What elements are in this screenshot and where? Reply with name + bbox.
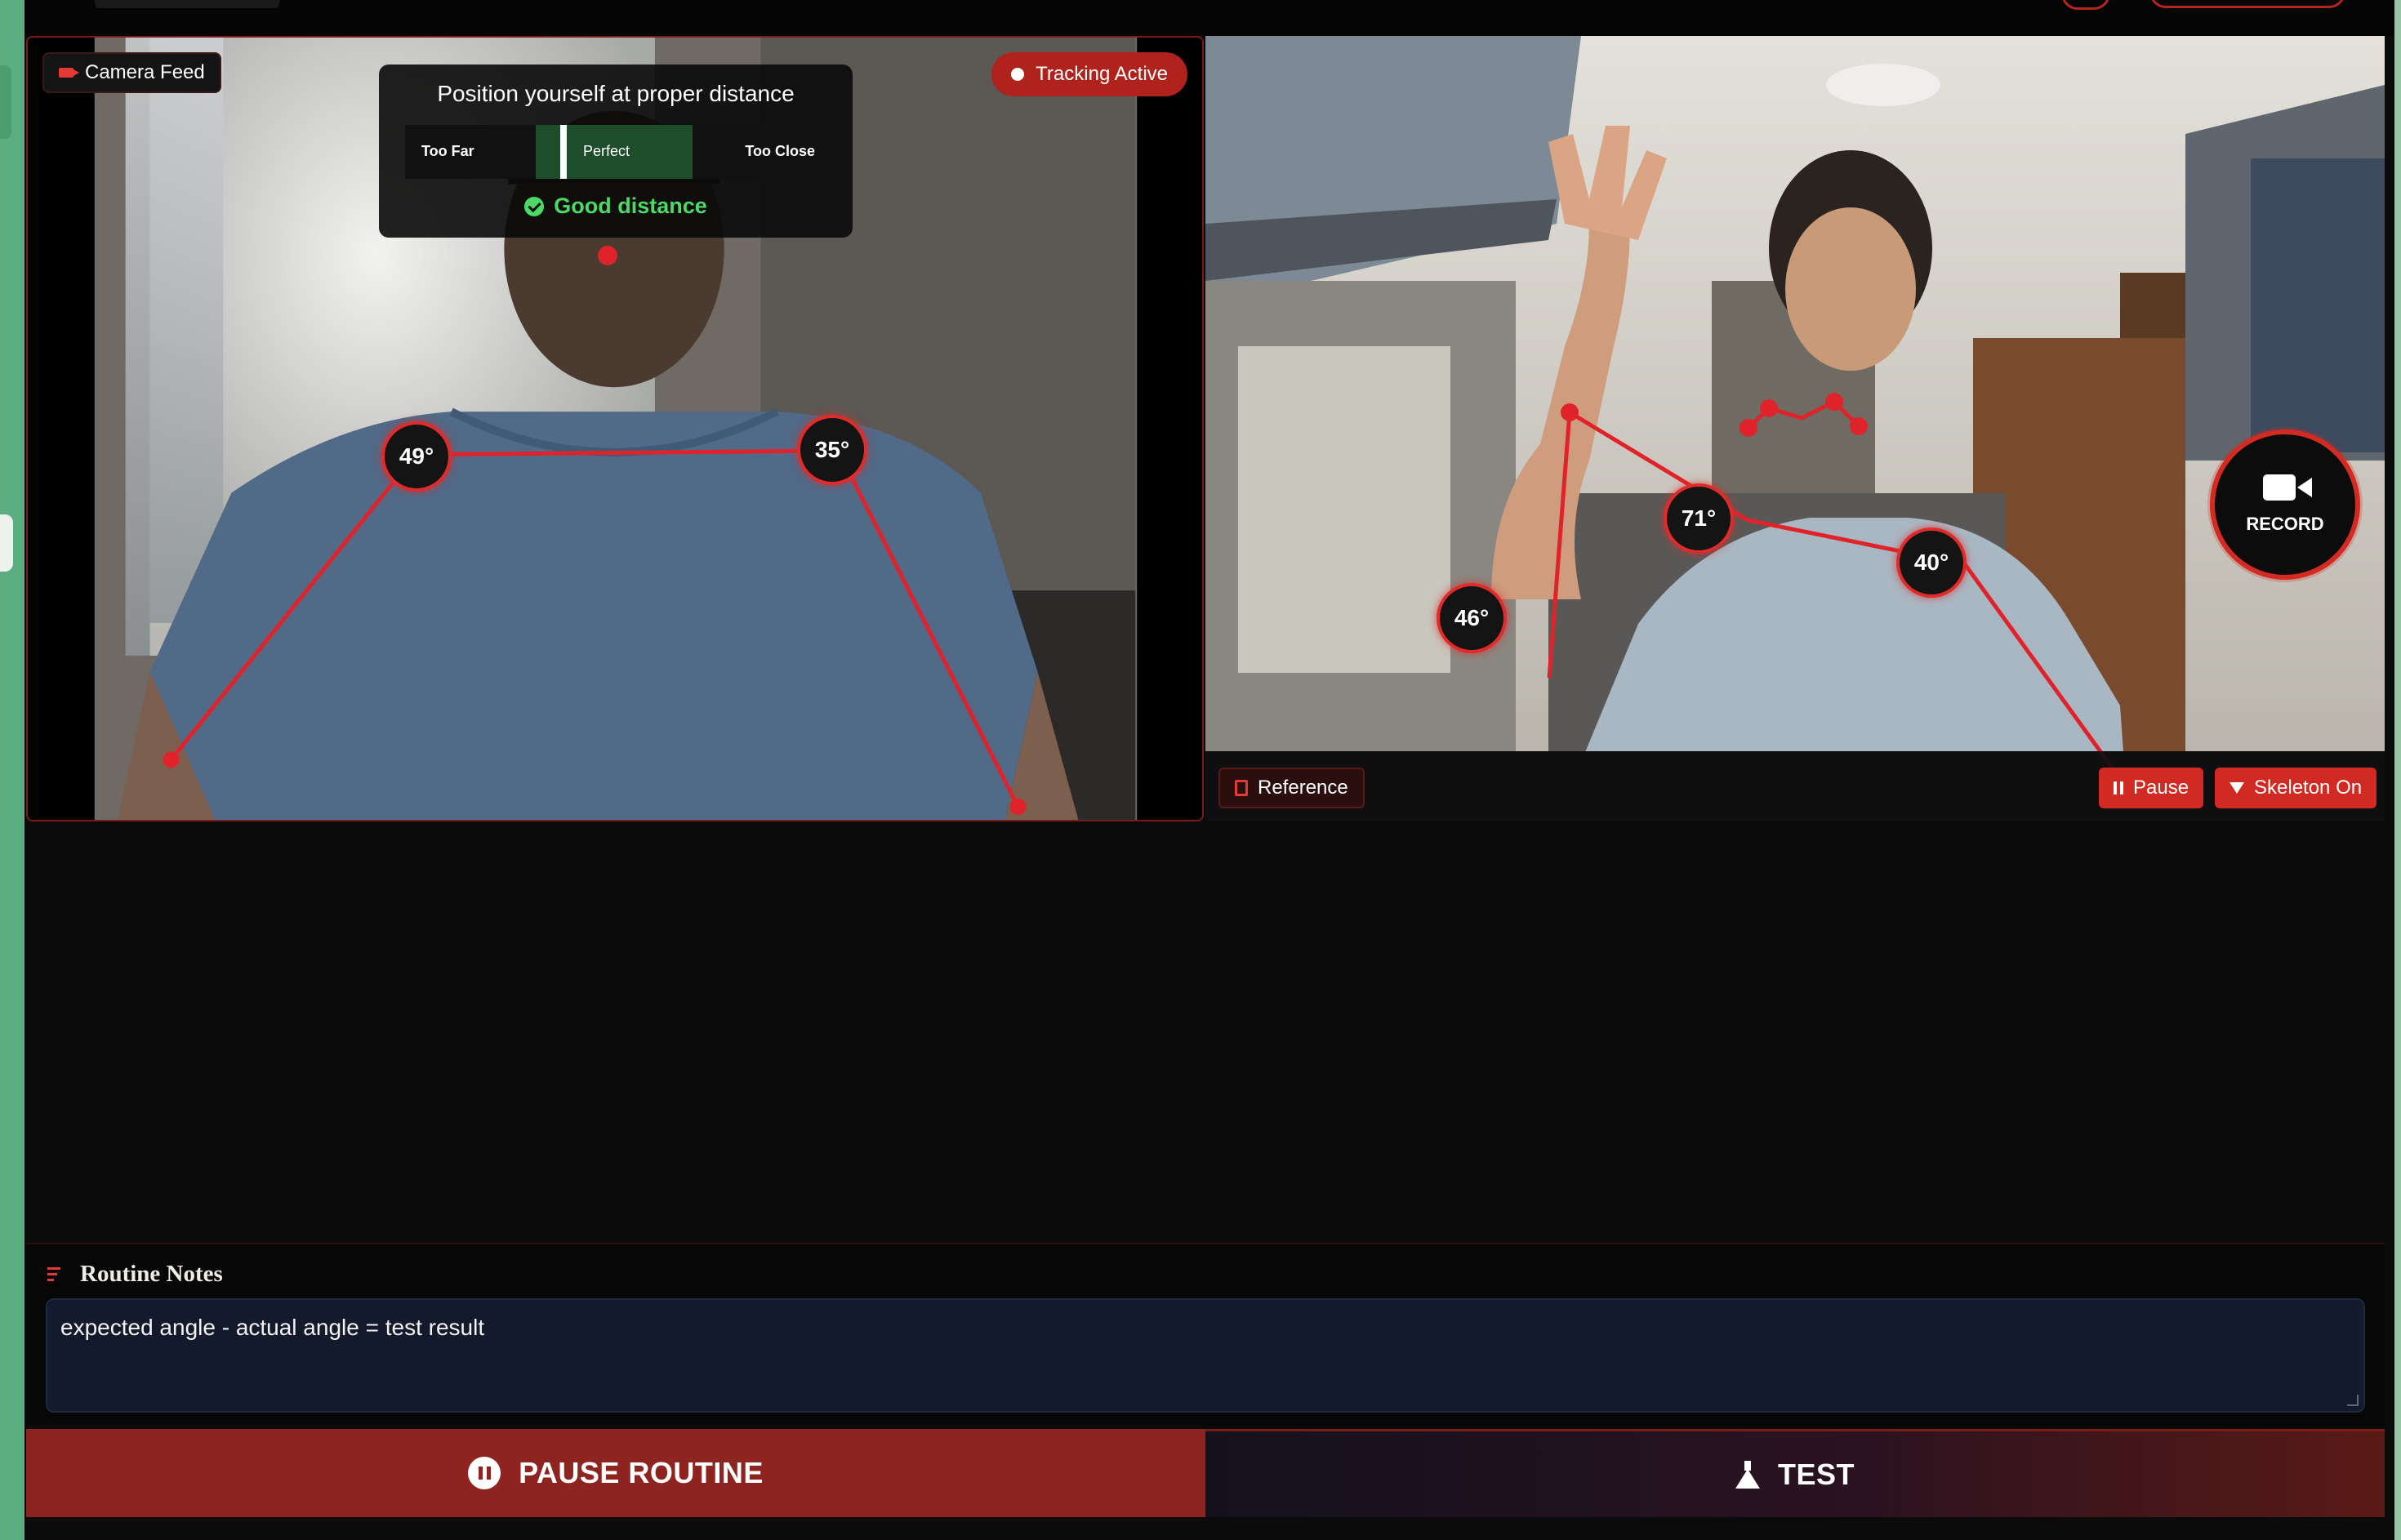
reference-button-label: Reference	[1258, 777, 1348, 799]
routine-notes-title: Routine Notes	[80, 1261, 223, 1287]
resize-grip-icon[interactable]	[2347, 1395, 2359, 1406]
top-bar	[24, 0, 2394, 36]
desktop-edge-left	[0, 0, 24, 1540]
joint-angle-right-shoulder: 35°	[797, 415, 867, 485]
distance-meter: Too Far Perfect Too Close	[405, 125, 826, 179]
skeleton-toggle-button[interactable]: Skeleton On	[2215, 768, 2377, 808]
distance-status: Good distance	[379, 194, 853, 219]
reference-panel: 71° 46° 40° RECORD Reference Pause Skele…	[1205, 36, 2385, 821]
joint-angle-elbow: 46°	[1437, 583, 1507, 653]
record-label: RECORD	[2246, 514, 2324, 534]
check-icon	[524, 196, 545, 216]
pause-routine-label: PAUSE ROUTINE	[519, 1456, 764, 1489]
tracking-status-label: Tracking Active	[1036, 63, 1168, 85]
joint-angle-left-shoulder: 49°	[381, 421, 452, 492]
camera-feed-badge: Camera Feed	[42, 52, 221, 93]
test-label: TEST	[1777, 1457, 1855, 1491]
pause-icon	[2114, 781, 2123, 794]
perfect-label: Perfect	[583, 143, 630, 159]
record-button[interactable]: RECORD	[2210, 430, 2360, 580]
reference-button[interactable]: Reference	[1218, 768, 1365, 808]
notes-icon	[47, 1266, 65, 1282]
joint-angle-shoulder: 71°	[1664, 483, 1734, 554]
video-camera-icon	[2263, 474, 2312, 501]
edge-handle[interactable]	[0, 514, 13, 572]
routine-notes-textarea[interactable]: expected angle - actual angle = test res…	[46, 1298, 2365, 1413]
edge-notch	[0, 65, 11, 139]
joint-angle-other-shoulder: 40°	[1896, 527, 1967, 598]
tracking-status-badge: Tracking Active	[991, 52, 1187, 96]
routine-notes-header: Routine Notes	[47, 1261, 223, 1288]
distance-guide: Position yourself at proper distance Too…	[379, 65, 853, 238]
distance-status-label: Good distance	[554, 194, 707, 218]
dot-icon	[1011, 68, 1025, 81]
flask-icon	[1735, 1460, 1760, 1489]
perfect-zone: Perfect	[536, 125, 693, 179]
distance-needle	[560, 125, 567, 179]
camera-feed-label: Camera Feed	[85, 61, 205, 83]
pause-circle-icon	[468, 1457, 501, 1489]
app-root: Camera Feed Tracking Active Position you…	[0, 0, 2401, 1540]
routine-notes-text: expected angle - actual angle = test res…	[60, 1315, 485, 1340]
pause-routine-button[interactable]: PAUSE ROUTINE	[26, 1429, 1205, 1517]
camera-icon	[59, 68, 79, 78]
too-close-label: Too Close	[745, 143, 815, 159]
reference-controls: Reference Pause Skeleton On	[1205, 751, 2385, 821]
top-bar-round-button[interactable]	[2061, 0, 2110, 10]
distance-guide-title: Position yourself at proper distance	[437, 81, 795, 106]
test-button[interactable]: TEST	[1205, 1429, 2385, 1517]
top-bar-tab[interactable]	[95, 0, 279, 8]
reference-video-frame	[1205, 36, 2385, 821]
desktop-edge-right	[2394, 0, 2401, 1540]
pause-button[interactable]: Pause	[2099, 768, 2204, 808]
reference-icon	[1235, 780, 1248, 796]
pause-button-label: Pause	[2133, 777, 2189, 799]
filter-icon	[2230, 782, 2244, 794]
camera-feed-panel: Camera Feed Tracking Active Position you…	[26, 36, 1204, 821]
routine-notes-section: Routine Notes expected angle - actual an…	[26, 1243, 2385, 1426]
too-far-label: Too Far	[421, 143, 474, 159]
top-bar-pill-button[interactable]	[2149, 0, 2345, 8]
skeleton-toggle-label: Skeleton On	[2254, 777, 2363, 799]
